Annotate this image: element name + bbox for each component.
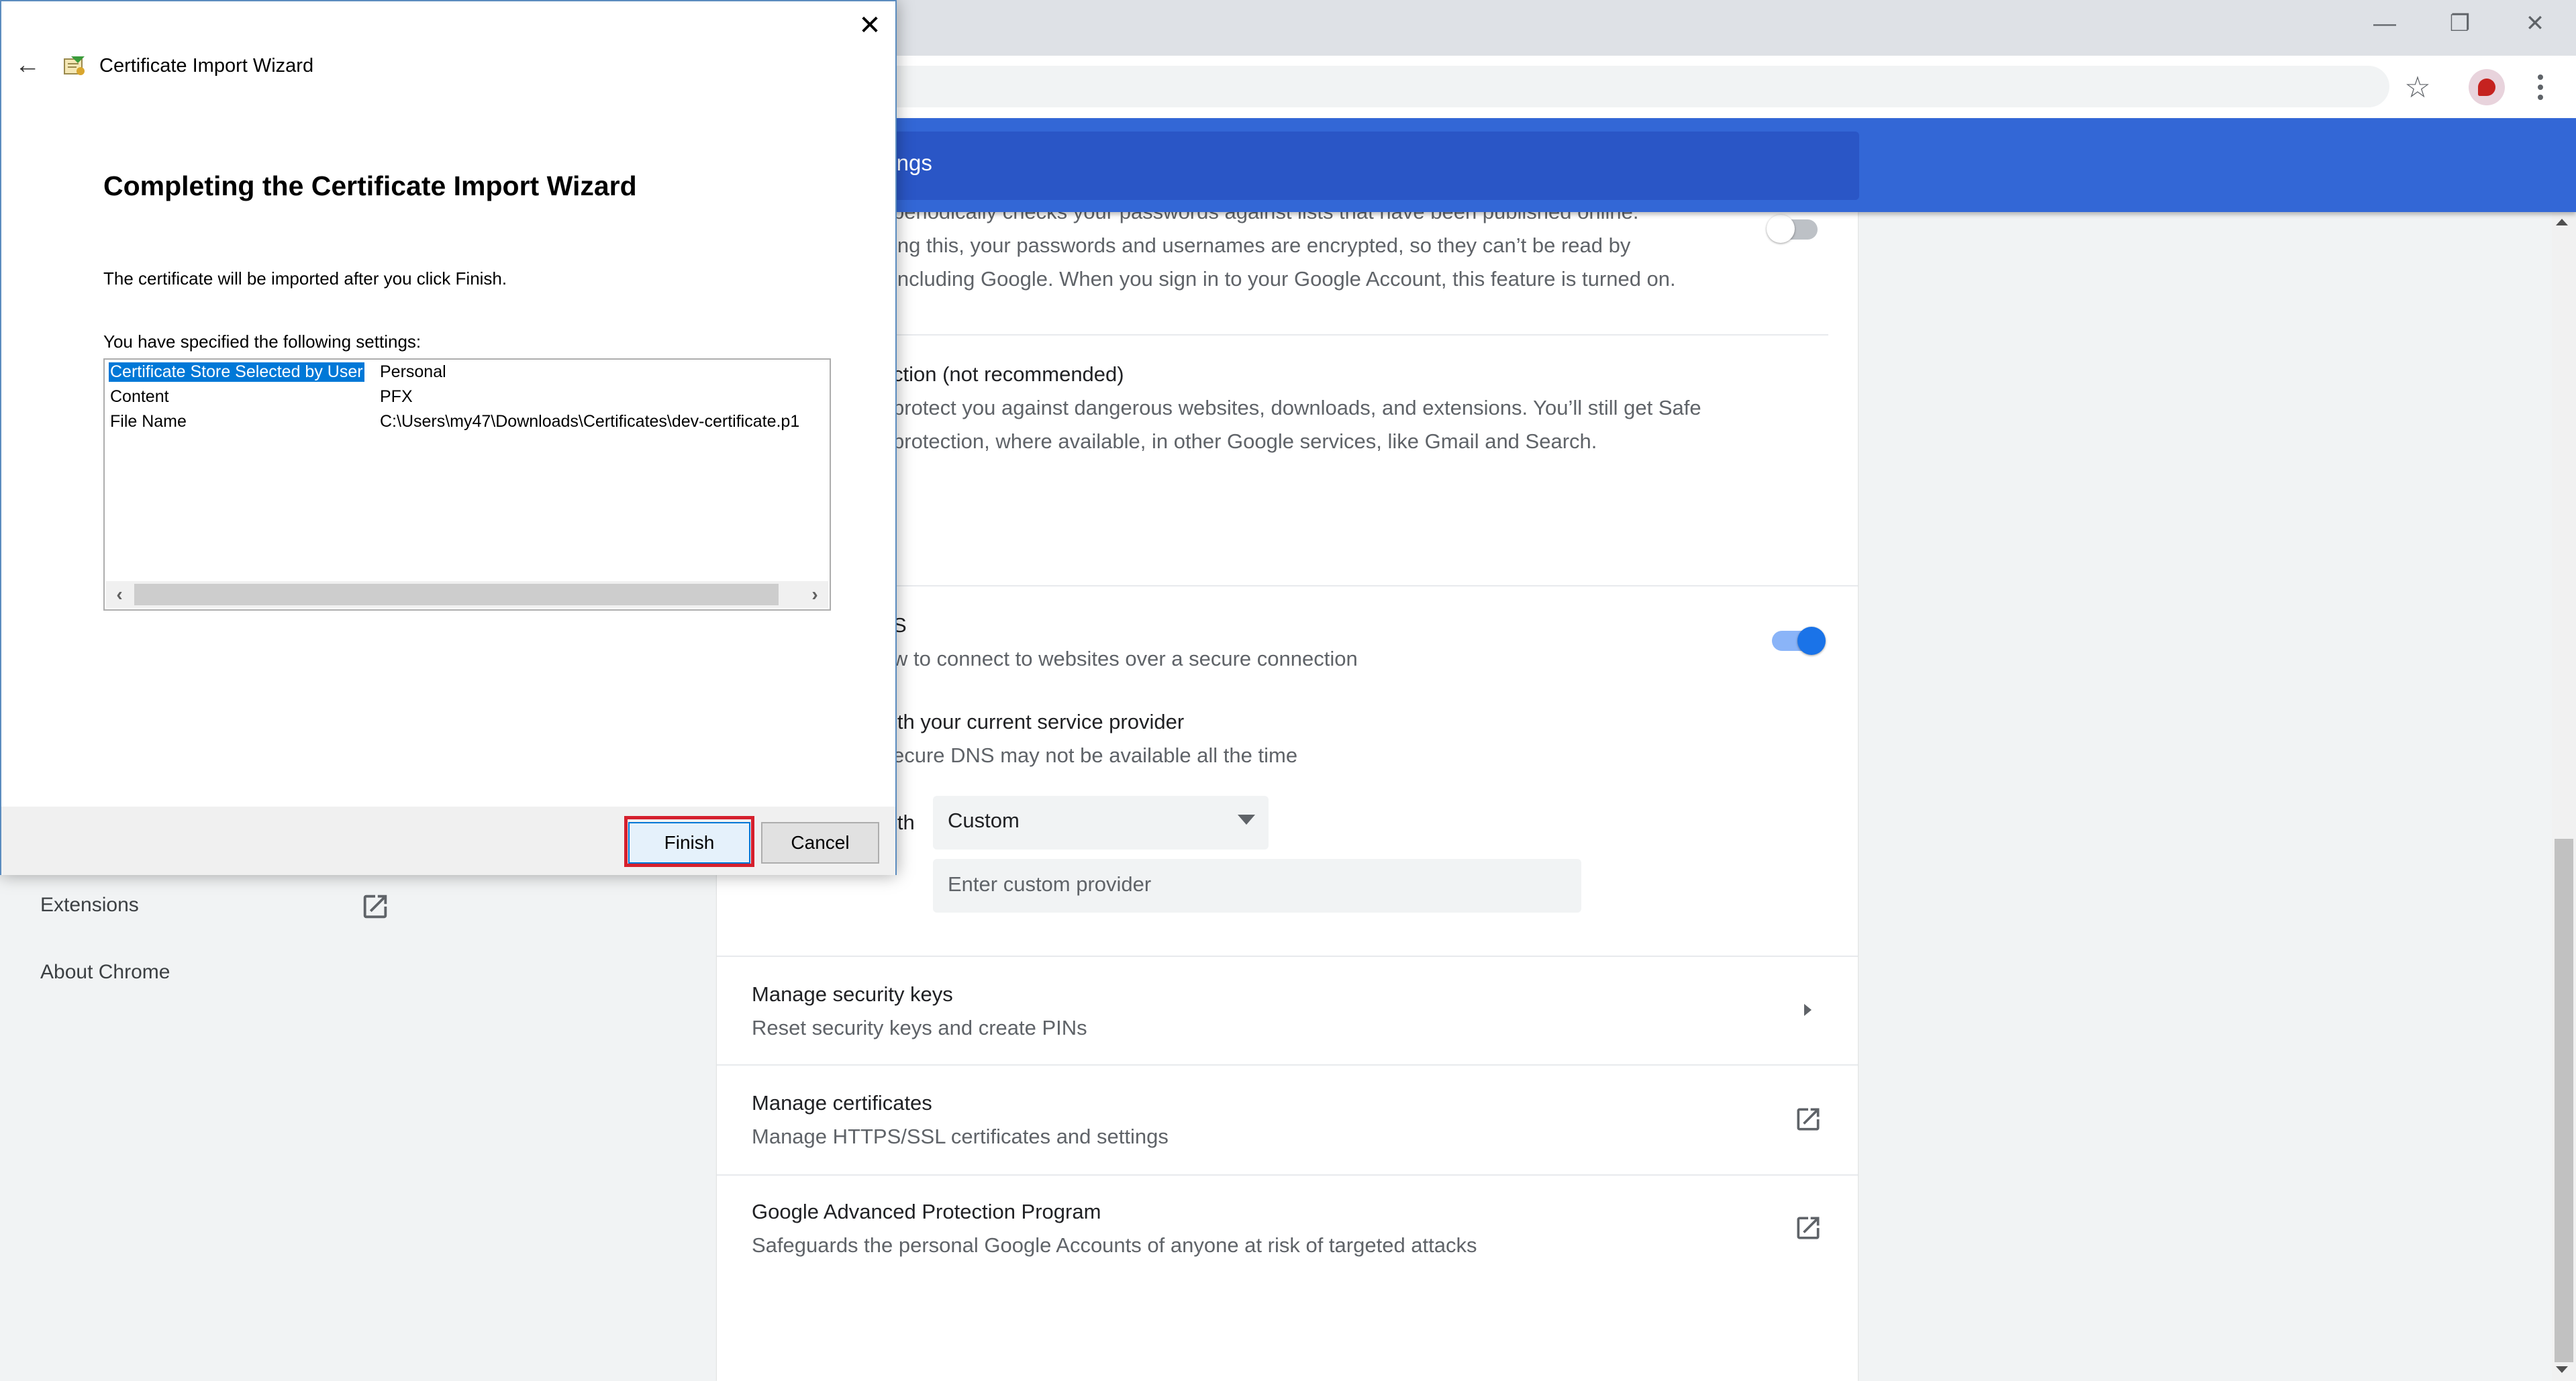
password-check-line3: including Google. When you sign in to yo…: [893, 267, 1676, 291]
security-keys-title[interactable]: Manage security keys: [752, 982, 953, 1007]
list-scrollbar-thumb[interactable]: [134, 584, 779, 605]
open-in-new-icon[interactable]: [1793, 1105, 1823, 1134]
wizard-settings-label: You have specified the following setting…: [103, 331, 422, 352]
finish-highlight-box: [624, 816, 754, 867]
kebab-menu-icon[interactable]: [2524, 67, 2557, 107]
row-key-filename[interactable]: File Name: [110, 412, 187, 431]
divider: [717, 956, 1858, 957]
scroll-down-icon[interactable]: [2556, 1366, 2568, 1373]
advanced-protection-title[interactable]: Google Advanced Protection Program: [752, 1200, 1101, 1224]
row-key-content[interactable]: Content: [110, 387, 169, 407]
back-arrow-icon: ←: [15, 50, 40, 79]
open-in-new-icon[interactable]: [360, 891, 391, 922]
secure-dns-option-desc: ecure DNS may not be available all the t…: [893, 744, 1298, 767]
wizard-heading: Completing the Certificate Import Wizard: [103, 170, 637, 201]
password-check-toggle-knob: [1767, 215, 1795, 243]
page-scrollbar-thumb[interactable]: [2555, 839, 2573, 1362]
minimize-icon: —: [2373, 10, 2396, 36]
divider: [717, 1174, 1858, 1176]
custom-provider-placeholder: Enter custom provider: [948, 872, 1152, 896]
nav-extensions[interactable]: Extensions: [40, 894, 139, 917]
row-value-filename: C:\Users\my47\Downloads\Certificates\dev…: [380, 412, 800, 431]
nav-about-chrome[interactable]: About Chrome: [40, 961, 170, 984]
certificates-title[interactable]: Manage certificates: [752, 1091, 932, 1115]
row-value-store: Personal: [380, 362, 446, 381]
no-protection-line2: protection, where available, in other Go…: [893, 429, 1597, 453]
scroll-up-icon[interactable]: [2556, 219, 2568, 225]
certificates-desc: Manage HTTPS/SSL certificates and settin…: [752, 1125, 1169, 1148]
password-check-line2: ing this, your passwords and usernames a…: [893, 234, 1631, 257]
bookmark-star-icon[interactable]: ☆: [2397, 67, 2438, 107]
minimize-button[interactable]: —: [2348, 0, 2422, 47]
open-in-new-icon[interactable]: [1793, 1213, 1823, 1243]
secure-dns-desc: w to connect to websites over a secure c…: [893, 647, 1358, 670]
security-keys-desc: Reset security keys and create PINs: [752, 1016, 1087, 1039]
close-icon: ✕: [858, 11, 881, 40]
certificate-import-wizard-dialog: ✕ ← Certificate Import Wizard Completing…: [0, 0, 897, 875]
row-value-content: PFX: [380, 387, 413, 406]
back-button[interactable]: ←: [11, 48, 44, 82]
restore-icon: ❐: [2449, 11, 2471, 36]
secure-dns-toggle-knob: [1797, 627, 1826, 655]
divider: [893, 334, 1828, 336]
dialog-close-button[interactable]: ✕: [851, 7, 889, 44]
cancel-button[interactable]: Cancel: [761, 822, 879, 864]
bird-icon: [2478, 79, 2495, 96]
no-protection-title[interactable]: ction (not recommended): [893, 362, 1124, 387]
list-horizontal-scrollbar[interactable]: ‹ ›: [106, 581, 828, 608]
chevron-down-icon: [1238, 815, 1255, 825]
dns-provider-select-value: Custom: [948, 809, 1020, 832]
secure-dns-option-title[interactable]: ith your current service provider: [893, 710, 1184, 734]
settings-summary-list[interactable]: Certificate Store Selected by User Perso…: [103, 358, 831, 611]
address-bar[interactable]: [859, 66, 2389, 107]
scroll-left-icon[interactable]: ‹: [107, 584, 132, 605]
scroll-right-icon[interactable]: ›: [803, 584, 827, 605]
close-icon: ✕: [2525, 11, 2545, 36]
window-close-button[interactable]: ✕: [2498, 0, 2572, 47]
wizard-intro: The certificate will be imported after y…: [103, 268, 507, 289]
profile-avatar[interactable]: [2469, 69, 2505, 105]
advanced-protection-desc: Safeguards the personal Google Accounts …: [752, 1233, 1477, 1257]
restore-button[interactable]: ❐: [2423, 0, 2497, 47]
arrow-right-icon[interactable]: [1804, 1004, 1812, 1016]
dialog-title: Certificate Import Wizard: [99, 55, 314, 76]
no-protection-line1: protect you against dangerous websites, …: [893, 396, 1701, 419]
divider: [717, 1064, 1858, 1066]
row-key-store[interactable]: Certificate Store Selected by User: [109, 362, 364, 382]
certificate-icon: [64, 56, 85, 75]
